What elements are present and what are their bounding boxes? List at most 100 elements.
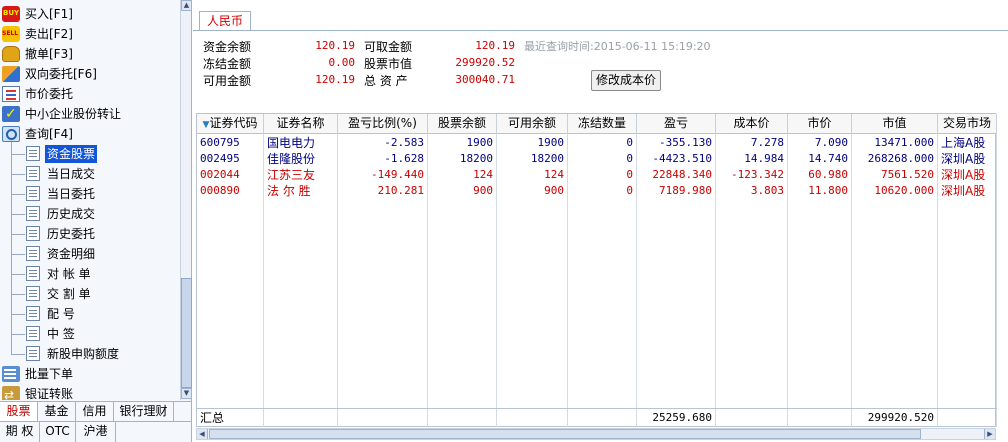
cell-price: 7.090 [788,135,852,151]
query-item-8[interactable]: 配 号 [0,304,180,324]
balance-label: 资金余额 [203,40,252,54]
scroll-down-icon[interactable]: ▼ [181,388,192,399]
nav-item-label: 中小企业股份转让 [25,107,122,121]
column-header-label: 成本价 [733,116,770,130]
column-header-label: 盈亏 [663,116,688,130]
nav-item-bottom_items1[interactable]: 银证转账 [0,384,180,400]
nav-item-label: 撤单[F3] [25,47,73,61]
query-item-6[interactable]: 对 帐 单 [0,264,180,284]
nav-item-top_items1[interactable]: 卖出[F2] [0,24,180,44]
tree-connector [11,314,25,315]
column-header-pnl[interactable]: 盈亏 [637,114,716,134]
tree-connector [11,354,25,355]
query-item-2[interactable]: 当日委托 [0,184,180,204]
column-header-label: 冻结数量 [577,116,626,130]
query-item-4[interactable]: 历史委托 [0,224,180,244]
nav-tab-tabs_row1-3[interactable]: 银行理财 [114,402,174,422]
cell-cost: -123.342 [716,167,788,183]
nav-tab-tabs_row2-0[interactable]: 期 权 [0,422,40,442]
query-item-1[interactable]: 当日成交 [0,164,180,184]
last-query-time: 最近查询时间:2015-06-11 15:19:20 [524,40,711,53]
nav-item-top_items4[interactable]: 市价委托 [0,84,180,104]
column-header-frozen[interactable]: 冻结数量 [568,114,637,134]
column-header-balance[interactable]: 股票余额 [428,114,497,134]
nav-tab-tabs_row1-2[interactable]: 信用 [76,402,114,422]
cell-market: 深圳A股 [938,183,997,199]
document-icon [26,186,40,201]
scroll-left-icon[interactable]: ◀ [197,429,208,439]
nav-tab-tabs_row2-2[interactable]: 沪港 [76,422,116,442]
tab-divider [193,30,1008,31]
nav-item-label: 市价委托 [25,87,74,101]
buy-icon [2,6,20,22]
nav-item-label: 批量下单 [25,367,74,381]
query-item-0[interactable]: 资金股票 [0,144,180,164]
column-header-market[interactable]: 交易市场 [938,114,997,134]
column-header-cost[interactable]: 成本价 [716,114,788,134]
column-header-name[interactable]: 证券名称 [264,114,338,134]
cell-pnl: -4423.510 [637,151,716,167]
cell-pnl: 22848.340 [637,167,716,183]
modify-cost-button[interactable]: 修改成本价 [591,70,661,91]
tree-connector [11,214,25,215]
query-item-9[interactable]: 中 签 [0,324,180,344]
column-header-code[interactable]: ▼证券代码 [197,114,264,134]
nav-tab-tabs_row2-1[interactable]: OTC [40,422,76,442]
document-icon [26,326,40,341]
column-header-available[interactable]: 可用余额 [497,114,568,134]
table-row[interactable]: 002495 佳隆股份 -1.628 18200 18200 0 -4423.510 14.9… [197,151,997,167]
nav-tab-tabs_row1-0[interactable]: 股票 [0,402,38,422]
nav-item-top_items2[interactable]: 撤单[F3] [0,44,180,64]
query-item-label: 当日委托 [47,187,96,201]
table-row[interactable]: 000890 法 尔 胜 210.281 900 900 0 7189.980 3.803 11… [197,183,997,199]
cell-pnl: -355.130 [637,135,716,151]
cell-frozen: 0 [568,151,637,167]
nav-tabs-row-2: 期 权 OTC 沪港 [0,421,192,442]
cell-market: 深圳A股 [938,151,997,167]
tree-connector [11,254,25,255]
query-item-3[interactable]: 历史成交 [0,204,180,224]
cell-balance: 124 [428,167,497,183]
hscroll-thumb[interactable] [209,429,921,439]
query-icon [2,126,20,142]
nav-item-top_items5[interactable]: 中小企业股份转让 [0,104,180,124]
nav-item-top_items6[interactable]: 查询[F4] [0,124,180,144]
dual-order-icon [2,66,20,82]
summary-cell [428,409,497,427]
tab-rmb[interactable]: 人民币 [199,11,251,31]
scroll-thumb[interactable] [181,278,192,388]
available-value: 120.19 [315,73,355,86]
market-value-value: 299920.52 [455,56,515,69]
market-order-icon [2,86,20,102]
nav-item-label: 买入[F1] [25,7,73,21]
nav-item-top_items3[interactable]: 双向委托[F6] [0,64,180,84]
function-tree: 买入[F1] 卖出[F2] 撤单[F3] 双向委托[F6] 市价委托中小企业股份转让查询… [0,0,180,400]
table-row[interactable]: 002044 江苏三友 -149.440 124 124 0 22848.340 -123.3… [197,167,997,183]
cell-value: 10620.000 [852,183,938,199]
query-item-label: 交 割 单 [47,287,91,301]
cell-price: 11.800 [788,183,852,199]
table-header: ▼证券代码 证券名称 盈亏比例(%) 股票余额 可用余额 冻结数量 盈亏 成本价 市价 市值 交易市… [197,114,997,134]
nav-item-top_items0[interactable]: 买入[F1] [0,4,180,24]
scroll-right-icon[interactable]: ▶ [984,429,995,439]
column-header-pnl_ratio[interactable]: 盈亏比例(%) [338,114,428,134]
table-row[interactable]: 600795 国电电力 -2.583 1900 1900 0 -355.130 7.278 7.… [197,135,997,151]
bank-transfer-icon [2,385,20,400]
query-item-10[interactable]: 新股申购额度 [0,344,180,364]
column-header-value[interactable]: 市值 [852,114,938,134]
nav-tab-tabs_row1-1[interactable]: 基金 [38,402,76,422]
left-navigation-panel: 买入[F1] 卖出[F2] 撤单[F3] 双向委托[F6] 市价委托中小企业股份转让查询… [0,0,192,442]
table-horizontal-scrollbar[interactable]: ◀ ▶ [196,428,996,440]
nav-item-bottom_items0[interactable]: 批量下单 [0,364,180,384]
available-label: 可用金额 [203,74,252,88]
nav-vertical-scrollbar[interactable]: ▲ ▼ [180,0,192,400]
document-icon [26,286,40,301]
cell-market: 深圳A股 [938,167,997,183]
column-header-label: 交易市场 [942,116,991,130]
column-header-label: 股票余额 [437,116,486,130]
cell-code: 000890 [197,183,264,199]
column-header-price[interactable]: 市价 [788,114,852,134]
query-item-5[interactable]: 资金明细 [0,244,180,264]
scroll-up-icon[interactable]: ▲ [181,0,192,11]
query-item-7[interactable]: 交 割 单 [0,284,180,304]
